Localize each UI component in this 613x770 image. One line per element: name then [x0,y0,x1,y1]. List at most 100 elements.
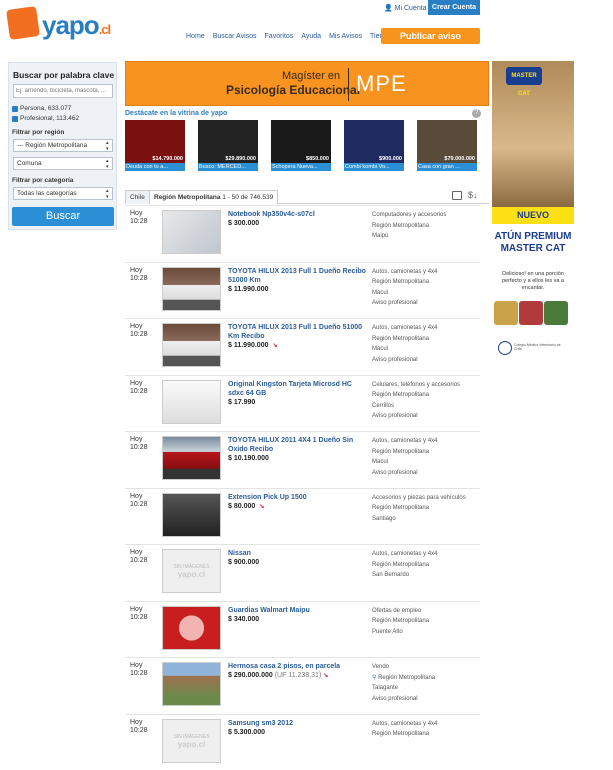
tab-region-label: Región Metropolitana [154,194,221,201]
vitrina-item[interactable]: $850.000 Schopera Nueva... [271,120,331,172]
publicar-aviso-button[interactable]: Publicar aviso [381,28,480,44]
listing-price: $ 11.990.000 [228,285,269,293]
price-drop-icon: ↘ [272,343,278,349]
vitrina-price: $14.790.000 [152,156,183,162]
listing-title[interactable]: Notebook Np350v4c-s07cl [228,210,368,219]
listing-meta-text: Santiago [372,515,396,522]
listing-meta-text: Autos, camionetas y 4x4 [372,325,438,331]
vitrina-image: $900.000 [344,120,404,163]
listing-title[interactable]: Hermosa casa 2 pisos, en parcela [228,662,368,671]
listing-price: $ 10.190.000 [228,455,269,462]
nav-favoritos[interactable]: Favoritos [265,33,294,40]
listing-meta: Autos, camionetas y 4x4 Región Metropolit… [372,267,437,309]
listing-meta-text: Región Metropolitana [372,505,430,511]
listing-thumbnail[interactable] [162,492,221,537]
listing-thumbnail[interactable] [162,210,221,254]
listing-meta-text: Región Metropolitana [372,222,430,229]
user-icon: 👤 [384,5,393,12]
persona-checkbox[interactable]: Persona, 633.077 [12,105,71,112]
listing-row[interactable]: Hoy 10:28 Hermosa casa 2 pisos, en parcela… [125,657,480,713]
listing-meta-line: Región Metropolitana [372,729,437,740]
nav-buscar-avisos[interactable]: Buscar Avisos [213,33,257,40]
tab-region[interactable]: Región Metropolitana 1 - 50 de 746.539 [149,190,279,204]
listing-meta-line: Ofertas de empleo [372,606,429,617]
listing-thumbnail[interactable] [162,379,221,424]
ad-nuevo: NUEVO [492,207,574,224]
listing-meta-text: San Bernardo [372,572,410,578]
right-skyscraper-ad[interactable]: MASTER CAT NUEVO ATÚN PREMIUM MASTER CAT… [492,61,574,379]
listing-meta-text: Cerrillos [372,402,395,409]
listing-title[interactable]: TOYOTA HILUX 2011 4X4 1 Dueño Sin Oxido … [228,436,368,454]
logo-tld: .cl [98,22,112,37]
listing-price-line: $ 80.000 ↘ [228,503,264,510]
listing-meta-line: Región Metropolitana [372,447,437,458]
vitrina-image: $79.000.000 [417,120,477,163]
listing-row[interactable]: Hoy 10:28 Notebook Np350v4c-s07cl $ 300.000… [125,205,480,261]
listing-day: Hoy [130,379,143,387]
banner-ad[interactable]: Magíster en Psicología Educacional MPE [125,61,489,106]
gallery-view-icon[interactable] [452,191,462,200]
nav-ayuda[interactable]: Ayuda [301,33,321,40]
listing-title[interactable]: Original Kingston Tarjeta Microsd HC sdx… [228,380,368,398]
listing-date: Hoy 10:28 [130,323,148,339]
listing-meta-text: Celulares, teléfonos y accesorios [372,381,461,388]
no-image-label: SIN IMÁGENES [173,733,210,740]
help-icon[interactable]: ? [472,109,481,118]
nav-mis-avisos[interactable]: Mis Avisos [329,33,362,40]
listing-row[interactable]: Hoy 10:28 Extension Pick Up 1500 $ 80.000 ↘… [125,487,480,544]
listing-thumbnail[interactable] [162,436,221,480]
yapo-logo[interactable]: yapo.cl [6,6,123,44]
mi-cuenta-label: Mi Cuenta [394,5,427,12]
profesional-checkbox[interactable]: Profesional, 113.462 [12,115,79,122]
listing-meta-line: Computadores y accesorios [372,210,446,221]
listing-thumbnail[interactable]: SIN IMÁGENES yapo.cl [162,549,221,593]
vitrina-item[interactable]: $29.890.000 Busco: MERCED... [198,120,258,172]
vitrina-image: $29.890.000 [198,120,258,163]
listing-title[interactable]: Extension Pick Up 1500 [228,493,368,502]
listing-row[interactable]: Hoy 10:28 SIN IMÁGENES yapo.cl Samsung sm3 2… [125,713,480,770]
listing-thumbnail[interactable] [162,323,221,367]
sort-icon[interactable]: $↓ [468,190,478,200]
listing-meta-line: Autos, camionetas y 4x4 [372,549,437,560]
vitrina-caption: Schopera Nueva... [271,163,331,171]
listing-meta-line: Talagante [372,683,435,694]
listing-row[interactable]: Hoy 10:28 TOYOTA HILUX 2013 Full 1 Dueño 5… [125,318,480,374]
vitrina-item[interactable]: $900.000 Combi kombi Vo... [344,120,404,172]
listing-thumbnail[interactable] [162,605,221,650]
listing-day: Hoy [130,718,143,726]
vitrina-item[interactable]: $14.790.000 Deuda con tu a... [125,120,185,172]
listing-thumbnail[interactable] [162,662,221,706]
listing-thumbnail[interactable] [162,266,221,311]
crear-cuenta-button[interactable]: Crear Cuenta [428,0,480,15]
listing-title[interactable]: Nissan [228,549,368,558]
listing-meta: Ofertas de empleo Región Metropolitana Pue… [372,606,429,638]
listing-row[interactable]: Hoy 10:28 TOYOTA HILUX 2011 4X4 1 Dueño Si… [125,431,480,487]
categoria-select[interactable]: Todas las categorías [13,187,113,200]
listing-meta-line: Región Metropolitana [372,277,437,288]
listing-meta-line: Autos, camionetas y 4x4 [372,719,437,730]
region-select[interactable]: --- Región Metropolitana [13,139,113,152]
listing-row[interactable]: Hoy 10:28 SIN IMÁGENES yapo.cl Nissan $ 900.0… [125,544,480,600]
nav-home[interactable]: Home [186,33,205,40]
listing-row[interactable]: Hoy 10:28 Guardias Walmart Maipu $ 340.000 … [125,600,480,657]
listing-title[interactable]: TOYOTA HILUX 2013 Full 1 Dueño Recibo 51… [228,267,368,285]
listing-meta-text: Vendo [372,664,390,670]
listing-price: $ 900.000 [228,559,260,566]
vitrina-caption: Busco: MERCED... [198,163,258,171]
listing-row[interactable]: Hoy 10:28 TOYOTA HILUX 2013 Full 1 Dueño R… [125,261,480,318]
comuna-select[interactable]: Comuna [13,157,113,170]
tab-chile[interactable]: Chile [125,190,150,204]
search-input[interactable] [13,84,113,98]
listing-meta-line: Celulares, teléfonos y accesorios [372,380,460,391]
listing-title[interactable]: Guardias Walmart Maipu [228,606,368,615]
vitrina-item[interactable]: $79.000.000 Casa con gran ... [417,120,477,172]
listing-meta: Vendo ⚲ Región Metropolitana Talagante Avis… [372,662,435,704]
listing-meta-text: Región Metropolitana [372,561,430,568]
vitrina-price: $850.000 [306,156,329,162]
listing-row[interactable]: Hoy 10:28 Original Kingston Tarjeta Micros… [125,374,480,431]
buscar-button[interactable]: Buscar [12,207,114,226]
mi-cuenta-link[interactable]: 👤 Mi Cuenta [384,4,427,12]
listing-title[interactable]: Samsung sm3 2012 [228,719,368,728]
vitrina-title[interactable]: Destácate en la vitrina de yapo [125,110,227,117]
listing-title[interactable]: TOYOTA HILUX 2013 Full 1 Dueño 51000 Km … [228,323,368,341]
